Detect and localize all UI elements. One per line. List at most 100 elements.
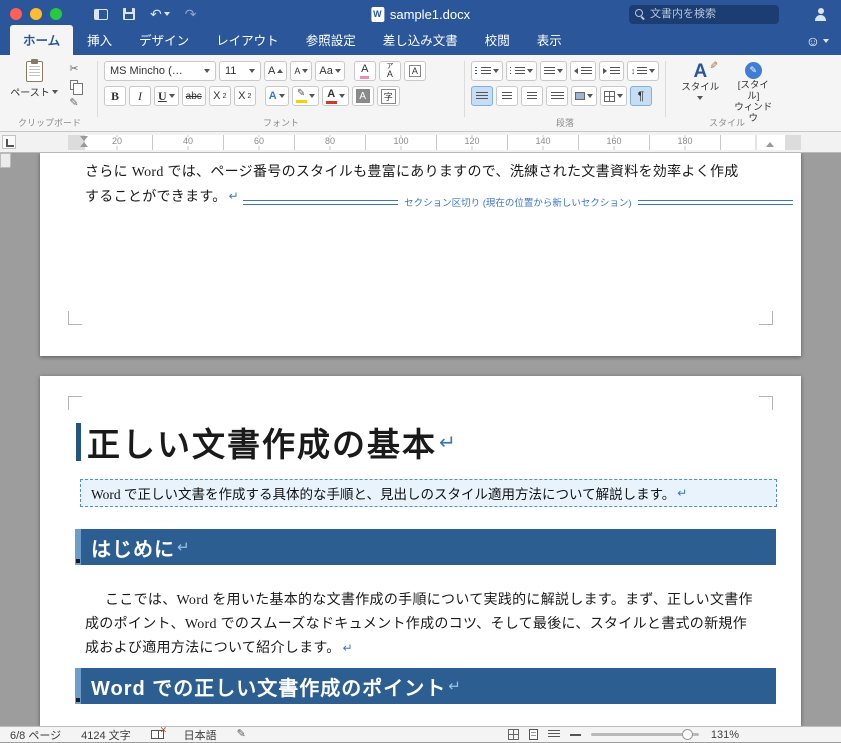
highlight-button[interactable]: ✎ — [291, 86, 319, 106]
callout-paragraph[interactable]: Word で正しい文書を作成する具体的な手順と、見出しのスタイル適用方法について… — [80, 479, 777, 507]
tab-home[interactable]: ホーム — [10, 25, 74, 55]
tab-review[interactable]: 校閲 — [472, 25, 523, 55]
right-indent-marker[interactable] — [766, 142, 774, 147]
heading-1[interactable]: 正しい文書作成の基本 ↵ — [76, 418, 456, 466]
cut-button[interactable]: ✂ — [65, 61, 83, 75]
styles-pane-icon: ✎ — [744, 62, 762, 79]
grow-font-button[interactable]: A — [264, 61, 288, 81]
font-name-select[interactable]: MS Mincho (… — [104, 61, 216, 81]
undo-button[interactable]: ↶ — [150, 7, 170, 21]
subscript-button[interactable]: X2 — [208, 86, 231, 106]
change-case-button[interactable]: Aa — [315, 61, 345, 81]
underline-button[interactable]: U — [154, 86, 179, 106]
character-shading-button[interactable]: A — [351, 86, 374, 106]
character-border-button[interactable]: A — [403, 61, 426, 81]
font-color-button[interactable]: A — [321, 86, 349, 106]
vertical-ruler-stub[interactable] — [0, 153, 11, 168]
sidebar-toggle-icon[interactable] — [94, 8, 108, 20]
minimize-window-button[interactable] — [30, 8, 42, 20]
borders-button[interactable] — [600, 86, 627, 106]
align-center-button[interactable] — [496, 86, 518, 106]
body-text-line[interactable]: さらに Word では、ページ番号のスタイルも豊富にありますので、洗練された文書… — [85, 161, 739, 181]
tab-mailings[interactable]: 差し込み文書 — [370, 25, 471, 55]
pen-icon: ✎ — [236, 728, 246, 740]
page-indicator[interactable]: 6/8 ページ — [10, 727, 61, 743]
tab-insert[interactable]: 挿入 — [74, 25, 125, 55]
zoom-slider-knob[interactable] — [682, 729, 693, 740]
share-person-icon[interactable] — [814, 7, 827, 21]
outline-view-icon — [548, 730, 560, 739]
spellcheck-status[interactable] — [150, 727, 166, 739]
scissors-icon: ✂ — [69, 62, 79, 75]
paragraph-line[interactable]: 成のポイント、Word でのスムーズなドキュメント作成のコツ、そして最後に、スタ… — [85, 613, 747, 633]
heading-2-intro[interactable]: はじめに ↵ — [75, 529, 776, 565]
numbering-button[interactable] — [505, 61, 538, 81]
paragraph-line[interactable]: ここでは、Word を用いた基本的な文書作成の手順について実践的に解説します。ま… — [105, 589, 753, 609]
clear-formatting-button[interactable]: A — [353, 61, 376, 81]
tab-view[interactable]: 表示 — [524, 25, 575, 55]
superscript-button[interactable]: X2 — [233, 86, 256, 106]
paste-button[interactable]: ペースト — [8, 59, 60, 106]
text-effects-dropdown-icon — [278, 94, 285, 98]
paragraph-line[interactable]: 成および適用方法について紹介します。 ↵ — [85, 637, 353, 657]
bullets-dropdown-icon — [492, 69, 499, 73]
tab-layout[interactable]: レイアウト — [203, 25, 292, 55]
align-left-button[interactable] — [471, 86, 493, 106]
horizontal-ruler[interactable]: 20 40 60 80 100 120 140 160 180 — [0, 132, 841, 153]
ink-status[interactable]: ✎ — [237, 729, 246, 740]
clipboard-group: ペースト ✂ ✎ クリップボード — [2, 55, 97, 131]
tab-design[interactable]: デザイン — [126, 25, 202, 55]
italic-button[interactable]: I — [129, 86, 151, 106]
strikethrough-button[interactable]: abc — [181, 86, 206, 106]
document-canvas[interactable]: さらに Word では、ページ番号のスタイルも豊富にありますので、洗練された文書… — [0, 153, 841, 726]
font-size-select[interactable]: 11 — [219, 61, 261, 81]
word-count[interactable]: 4124 文字 — [81, 727, 131, 743]
line-spacing-button[interactable]: ↕ — [626, 61, 659, 81]
page-1[interactable]: さらに Word では、ページ番号のスタイルも豊富にありますので、洗練された文書… — [40, 153, 801, 356]
title-bar: ↶ ↷ W sample1.docx — [0, 0, 841, 28]
enclose-characters-button[interactable]: 字 — [376, 86, 400, 106]
copy-button[interactable] — [65, 78, 83, 95]
hanging-indent-marker[interactable] — [80, 142, 88, 147]
view-draft-button[interactable] — [570, 733, 581, 736]
underline-dropdown-icon — [168, 94, 175, 98]
shading-button[interactable] — [571, 86, 597, 106]
ruler-tick: 60 — [252, 136, 266, 146]
decrease-indent-button[interactable] — [570, 61, 596, 81]
tab-stop-selector[interactable] — [2, 135, 16, 149]
view-print-layout-button[interactable] — [529, 729, 538, 740]
view-outline-button[interactable] — [548, 730, 560, 739]
search-input[interactable] — [650, 8, 773, 20]
tab-references[interactable]: 参照設定 — [293, 25, 369, 55]
search-box[interactable] — [629, 4, 779, 24]
heading-2-points[interactable]: Word での正しい文書作成のポイント ↵ — [75, 668, 776, 704]
phonetic-guide-button[interactable]: アA — [378, 61, 401, 81]
shading-dropdown-icon — [587, 94, 593, 98]
zoom-level[interactable]: 131% — [709, 729, 739, 741]
close-window-button[interactable] — [10, 8, 22, 20]
body-text-line[interactable]: することができます。 — [85, 186, 227, 206]
format-painter-button[interactable]: ✎ — [65, 95, 83, 109]
smiley-dropdown-icon — [823, 39, 829, 43]
increase-indent-button[interactable] — [598, 61, 624, 81]
first-line-indent-marker[interactable] — [80, 136, 88, 141]
save-icon[interactable] — [123, 8, 135, 20]
bullets-button[interactable] — [471, 61, 503, 81]
align-right-button[interactable] — [521, 86, 543, 106]
redo-icon[interactable]: ↷ — [185, 7, 197, 21]
zoom-slider[interactable] — [591, 729, 699, 740]
section-break: セクション区切り (現在の位置から新しいセクション) — [242, 195, 794, 209]
text-effects-button[interactable]: A — [264, 86, 289, 106]
shrink-font-button[interactable]: A — [290, 61, 313, 81]
ruler-tick: 180 — [676, 136, 694, 146]
justify-button[interactable] — [546, 86, 568, 106]
show-marks-button[interactable]: ¶ — [630, 86, 652, 106]
view-focus-button[interactable] — [508, 729, 519, 740]
bold-button[interactable]: B — [104, 86, 126, 106]
language-selector[interactable]: 日本語 — [184, 727, 217, 743]
page-2[interactable]: 正しい文書作成の基本 ↵ Word で正しい文書を作成する具体的な手順と、見出し… — [40, 376, 801, 726]
zoom-window-button[interactable] — [50, 8, 62, 20]
undo-dropdown-icon — [163, 12, 170, 16]
multilevel-list-button[interactable] — [540, 61, 568, 81]
feedback-smiley-button[interactable]: ☺ — [806, 33, 829, 49]
